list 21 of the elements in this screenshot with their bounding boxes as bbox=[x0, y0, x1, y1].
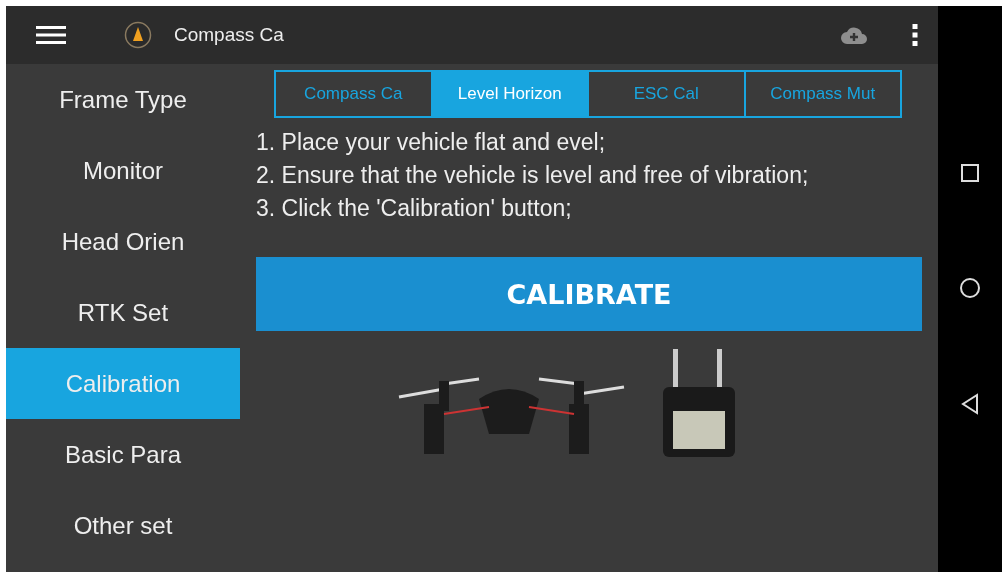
sidebar-item[interactable]: Head Orien bbox=[6, 206, 240, 277]
home-icon[interactable] bbox=[959, 277, 981, 299]
instruction-text: 2. Ensure that the vehicle is level and free of vibration; bbox=[256, 161, 810, 190]
back-icon[interactable] bbox=[960, 393, 980, 415]
sidebar-item[interactable]: RTK Set bbox=[6, 277, 240, 348]
cloud-icon[interactable] bbox=[840, 25, 868, 45]
sidebar-item[interactable]: Frame Type bbox=[6, 64, 240, 135]
more-options-icon[interactable] bbox=[912, 23, 918, 47]
sidebar-item[interactable]: Basic Para bbox=[6, 419, 240, 490]
sidebar-item[interactable]: Other set bbox=[6, 490, 240, 561]
logo-icon bbox=[124, 21, 152, 49]
calibrate-button[interactable]: CALIBRATE bbox=[256, 257, 922, 331]
sidebar-item[interactable]: Monitor bbox=[6, 135, 240, 206]
tab[interactable]: ESC Cal bbox=[587, 72, 744, 116]
tab[interactable]: Compass Ca bbox=[276, 72, 431, 116]
recent-apps-icon[interactable] bbox=[960, 163, 980, 183]
tab[interactable]: Compass Mut bbox=[743, 72, 900, 116]
instruction-text: 3. Click the 'Calibration' button; bbox=[256, 194, 573, 223]
instruction-text: 1. Place your vehicle flat and evel; bbox=[256, 128, 607, 157]
app-title: Compass Ca bbox=[174, 24, 284, 46]
menu-icon[interactable] bbox=[36, 25, 66, 45]
